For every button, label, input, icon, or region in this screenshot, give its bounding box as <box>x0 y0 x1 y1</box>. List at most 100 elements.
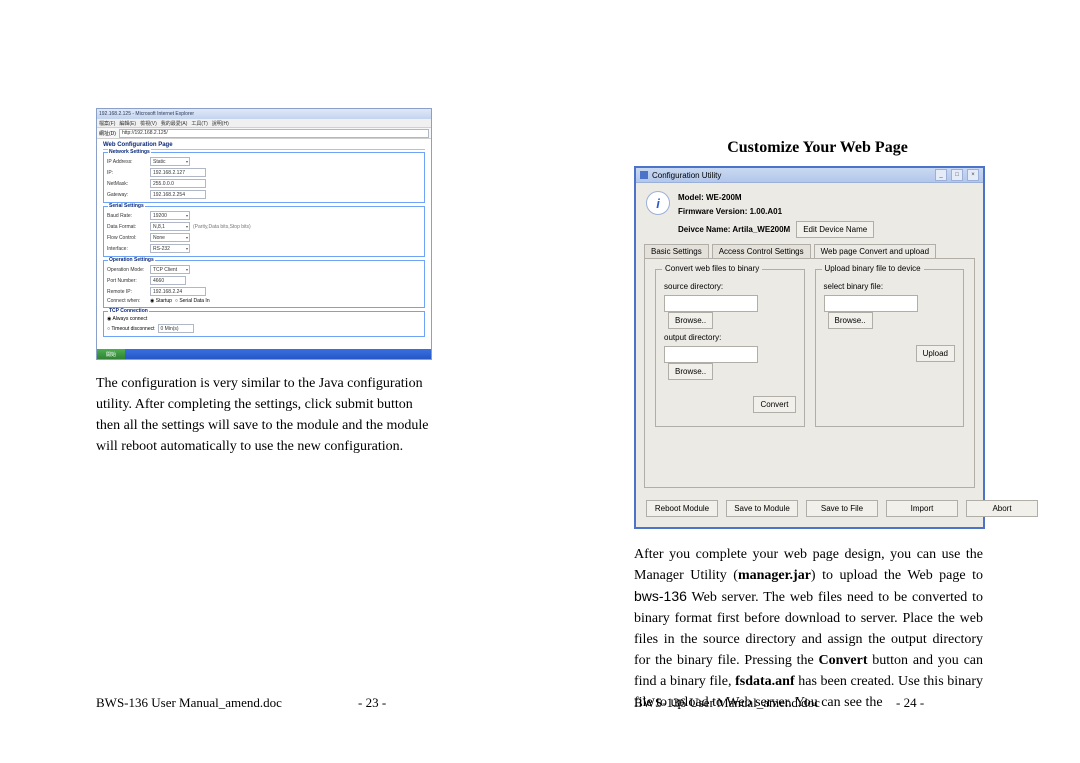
inp-port[interactable]: 4660 <box>150 276 186 285</box>
lbl-mode: Operation Mode: <box>107 267 147 273</box>
fieldset-serial: Serial Settings Baud Rate: 19200 Data Fo… <box>103 206 425 257</box>
jv-info-panel: i Model: WE-200M Firmware Version: 1.00.… <box>636 183 983 244</box>
ie-window-screenshot: 192.168.2.125 - Microsoft Internet Explo… <box>96 108 432 360</box>
max-icon[interactable]: □ <box>951 169 963 181</box>
inp-rip[interactable]: 192.168.2.24 <box>150 287 206 296</box>
ie-addressbar: 網址(D) http://192.168.2.125/ <box>97 128 431 139</box>
jv-tabs: Basic Settings Access Control Settings W… <box>636 244 983 258</box>
jv-title-text: Configuration Utility <box>652 171 721 180</box>
inp-min[interactable]: 0 Min(s) <box>158 324 194 333</box>
fw-value: 1.00.A01 <box>750 207 782 216</box>
address-input[interactable]: http://192.168.2.125/ <box>119 129 429 138</box>
browse-bin-button[interactable]: Browse.. <box>828 312 873 329</box>
browse-out-button[interactable]: Browse.. <box>668 363 713 380</box>
src-input[interactable] <box>664 295 758 312</box>
selbin-input[interactable] <box>824 295 918 312</box>
lbl-ip: IP: <box>107 170 147 176</box>
right-paragraph: After you complete your web page design,… <box>634 544 983 713</box>
devname-label: Deivce Name: <box>678 225 732 234</box>
legend-operation: Operation Settings <box>108 257 155 263</box>
lbl-fmt: Data Format: <box>107 224 147 230</box>
radio-serialdata[interactable]: ○ Serial Data In <box>175 298 210 304</box>
sel-if[interactable]: RS-232 <box>150 244 190 253</box>
legend-network: Network Settings <box>108 149 151 155</box>
ie-menu-tools: 工具(T) <box>191 120 207 127</box>
lbl-ip-address: IP Address: <box>107 159 147 165</box>
save-module-button[interactable]: Save to Module <box>726 500 798 517</box>
inp-netmask[interactable]: 255.0.0.0 <box>150 179 206 188</box>
radio-always[interactable]: ◉ Always connect <box>107 316 147 322</box>
lbl-if: Interface: <box>107 246 147 252</box>
footer-doc-right: BWS-136 User Manual_amend.doc <box>634 695 820 711</box>
ie-menu-edit: 編輯(E) <box>119 120 136 127</box>
reboot-button[interactable]: Reboot Module <box>646 500 718 517</box>
jv-tab-page: Convert web files to binary source direc… <box>644 258 975 488</box>
group-convert: Convert web files to binary source direc… <box>655 269 805 427</box>
lbl-netmask: NetMask: <box>107 181 147 187</box>
sel-ip-address[interactable]: Static <box>150 157 190 166</box>
min-icon[interactable]: _ <box>935 169 947 181</box>
out-label: output directory: <box>664 333 796 342</box>
radio-timeout[interactable]: ○ Timeout disconnect <box>107 326 155 332</box>
inp-gateway[interactable]: 192.168.2.254 <box>150 190 206 199</box>
footer-doc-left: BWS-136 User Manual_amend.doc <box>96 695 282 711</box>
import-button[interactable]: Import <box>886 500 958 517</box>
fmt-note: (Parity,Data bits,Stop bits) <box>193 224 251 230</box>
src-label: source directory: <box>664 282 796 291</box>
model-label: Model: <box>678 193 706 202</box>
legend-upload: Upload binary file to device <box>822 264 924 273</box>
convert-button[interactable]: Convert <box>753 396 795 413</box>
sel-baud[interactable]: 19200 <box>150 211 190 220</box>
edit-devicename-button[interactable]: Edit Device Name <box>796 221 874 238</box>
out-input[interactable] <box>664 346 758 363</box>
tab-basic[interactable]: Basic Settings <box>644 244 709 258</box>
fw-label: Firmware Version: <box>678 207 750 216</box>
lbl-cw: Connect when: <box>107 298 147 304</box>
footer-pagenum-right: - 24 - <box>896 695 924 711</box>
sel-flow[interactable]: None <box>150 233 190 242</box>
fieldset-operation: Operation Settings Operation Mode: TCP C… <box>103 260 425 308</box>
jv-titlebar: Configuration Utility _ □ × <box>636 168 983 183</box>
legend-convert: Convert web files to binary <box>662 264 762 273</box>
start-button[interactable]: 開始 <box>97 349 125 360</box>
tab-access[interactable]: Access Control Settings <box>712 244 811 258</box>
jv-footer-buttons: Reboot Module Save to Module Save to Fil… <box>636 494 983 527</box>
browse-src-button[interactable]: Browse.. <box>668 312 713 329</box>
fieldset-network: Network Settings IP Address: Static IP: … <box>103 152 425 203</box>
lbl-baud: Baud Rate: <box>107 213 147 219</box>
ie-menu-help: 說明(H) <box>212 120 229 127</box>
ie-menu-view: 檢視(V) <box>140 120 157 127</box>
abort-button[interactable]: Abort <box>966 500 1038 517</box>
lbl-rip: Remote IP: <box>107 289 147 295</box>
inp-ip[interactable]: 192.168.2.127 <box>150 168 206 177</box>
ie-menu-fav: 我的最愛(A) <box>161 120 188 127</box>
ie-title-text: 192.168.2.125 - Microsoft Internet Explo… <box>99 111 194 117</box>
info-icon: i <box>646 191 670 215</box>
heading-customize: Customize Your Web Page <box>706 139 929 157</box>
upload-button[interactable]: Upload <box>916 345 955 362</box>
group-upload: Upload binary file to device select bina… <box>815 269 965 427</box>
devname-value: Artila_WE200M <box>732 225 790 234</box>
sel-mode[interactable]: TCP Client <box>150 265 190 274</box>
page-title: Web Configuration Page <box>103 142 425 150</box>
close-icon[interactable]: × <box>967 169 979 181</box>
java-config-utility-screenshot: Configuration Utility _ □ × i Model: WE-… <box>634 166 985 529</box>
lbl-flow: Flow Control: <box>107 235 147 241</box>
model-value: WE-200M <box>706 193 742 202</box>
ie-menubar: 檔案(F) 編輯(E) 檢視(V) 我的最愛(A) 工具(T) 說明(H) <box>97 119 431 128</box>
save-file-button[interactable]: Save to File <box>806 500 878 517</box>
address-label: 網址(D) <box>99 130 116 137</box>
selbin-label: select binary file: <box>824 282 956 291</box>
radio-startup[interactable]: ◉ Startup <box>150 298 172 304</box>
lbl-port: Port Number: <box>107 278 147 284</box>
lbl-gateway: Gateway: <box>107 192 147 198</box>
sel-fmt[interactable]: N,8,1 <box>150 222 190 231</box>
ie-titlebar: 192.168.2.125 - Microsoft Internet Explo… <box>97 109 431 119</box>
footer-pagenum-left: - 23 - <box>358 695 386 711</box>
fieldset-tcp: TCP Connection ◉ Always connect ○ Timeou… <box>103 311 425 337</box>
left-paragraph: The configuration is very similar to the… <box>96 373 439 457</box>
legend-tcp: TCP Connection <box>108 308 149 314</box>
app-icon <box>640 171 648 179</box>
tab-webconvert[interactable]: Web page Convert and upload <box>814 244 936 258</box>
windows-taskbar: 開始 <box>97 349 431 360</box>
